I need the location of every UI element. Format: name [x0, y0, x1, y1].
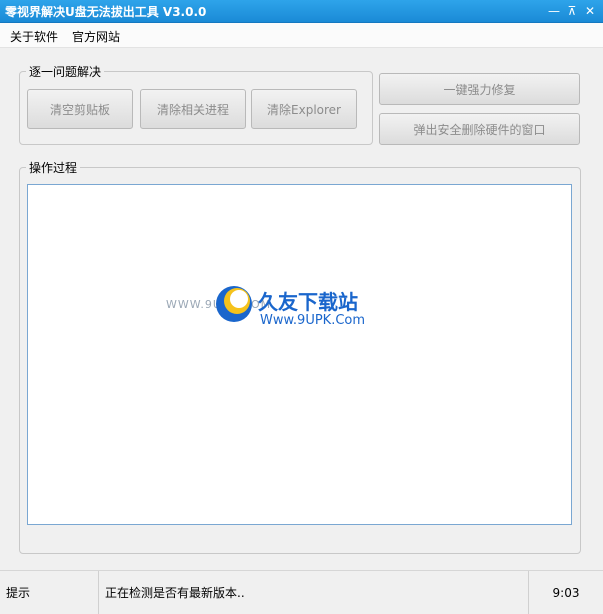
status-message-cell: 正在检测是否有最新版本..: [99, 571, 529, 614]
window-title: 零视界解决U盘无法拔出工具 V3.0.0: [5, 5, 207, 19]
problem-group-legend: 逐一问题解决: [26, 63, 105, 80]
watermark-title: 久友下载站: [258, 290, 358, 314]
watermark-logo-icon: [216, 286, 252, 322]
status-message: 正在检测是否有最新版本..: [105, 586, 245, 600]
safe-remove-dialog-button[interactable]: 弹出安全删除硬件的窗口: [379, 113, 580, 145]
clear-explorer-button[interactable]: 清除Explorer: [251, 89, 357, 129]
one-click-repair-button[interactable]: 一键强力修复: [379, 73, 580, 105]
title-bar[interactable]: 零视界解决U盘无法拔出工具 V3.0.0 — ⊼ ✕: [0, 0, 603, 23]
process-group-legend: 操作过程: [26, 159, 81, 176]
process-log[interactable]: [27, 184, 572, 525]
status-bar: 提示 正在检测是否有最新版本.. 9:03: [0, 570, 603, 614]
menu-item-about[interactable]: 关于软件: [10, 28, 58, 45]
restore-icon[interactable]: ⊼: [563, 2, 581, 20]
clear-clipboard-button[interactable]: 清空剪贴板: [27, 89, 133, 129]
status-time-cell: 9:03: [529, 571, 603, 614]
minimize-icon[interactable]: —: [545, 2, 563, 20]
status-label-cell: 提示: [0, 571, 99, 614]
clear-processes-button[interactable]: 清除相关进程: [140, 89, 246, 129]
menu-item-website[interactable]: 官方网站: [72, 28, 120, 45]
watermark-url: Www.9UPK.Com: [260, 313, 366, 328]
status-label: 提示: [6, 586, 31, 600]
close-icon[interactable]: ✕: [581, 2, 599, 20]
menu-bar: 关于软件 官方网站: [0, 23, 603, 48]
problem-group: 逐一问题解决 清空剪贴板 清除相关进程 清除Explorer: [19, 63, 373, 145]
status-time: 9:03: [552, 585, 580, 600]
